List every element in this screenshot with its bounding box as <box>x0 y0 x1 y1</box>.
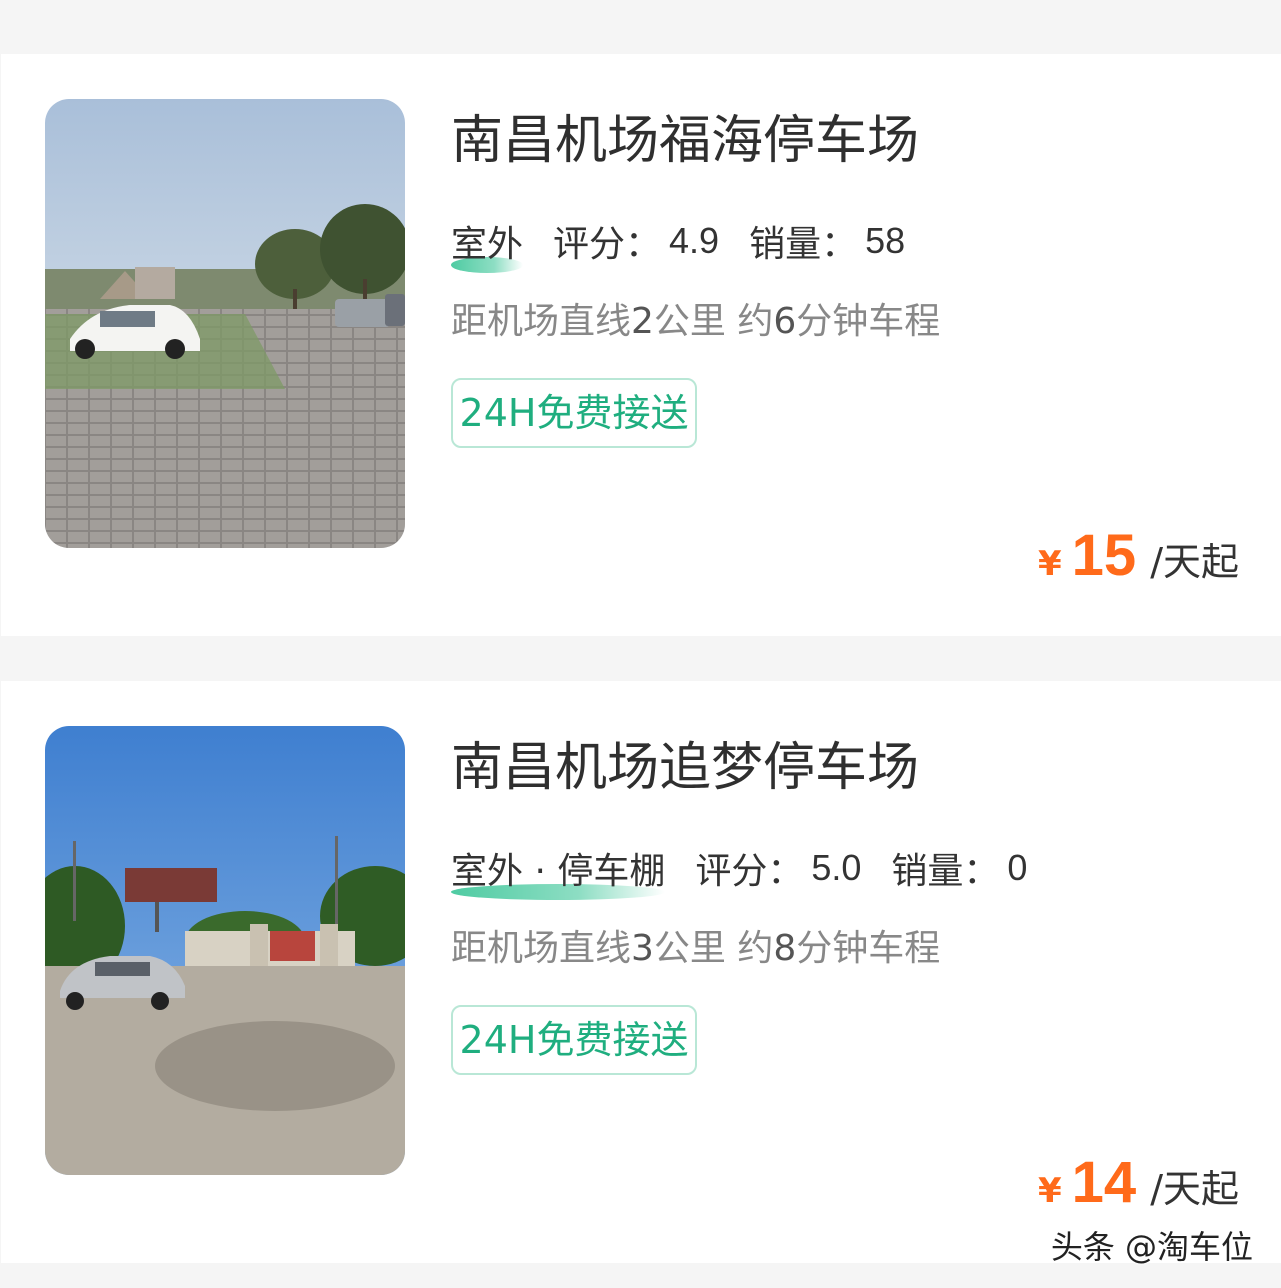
listing-meta-row: 室外 · 停车棚 评分： 5.0 销量： 0 <box>451 842 1057 900</box>
distance-info: 距机场直线3公里 约8分钟车程 <box>451 919 940 971</box>
rating-label: 评分： <box>553 224 662 265</box>
distance-prefix: 距机场直线 <box>451 301 632 342</box>
currency-symbol: ¥ <box>1038 544 1062 584</box>
distance-km: 3 <box>631 928 654 969</box>
price-display: ¥ 14 /天起 <box>1038 1149 1239 1216</box>
distance-info: 距机场直线2公里 约6分钟车程 <box>451 292 940 344</box>
price-unit: /天起 <box>1150 1167 1239 1211</box>
price-unit: /天起 <box>1150 540 1239 584</box>
parking-type-text: 室外 · 停车棚 <box>451 851 666 892</box>
price-value: 15 <box>1071 523 1137 588</box>
free-shuttle-badge: 24H免费接送 <box>451 378 697 448</box>
drive-minutes: 8 <box>773 928 797 969</box>
distance-prefix: 距机场直线 <box>451 928 632 969</box>
parking-type-tag: 室外 <box>451 215 524 273</box>
distance-mid: 公里 约 <box>653 928 774 969</box>
parking-listing-card[interactable]: 南昌机场福海停车场 室外 评分： 4.9 销量： 58 距机场直线2公里 约6分… <box>1 54 1281 636</box>
listing-meta-row: 室外 评分： 4.9 销量： 58 <box>451 215 935 273</box>
parking-lot-photo[interactable] <box>45 99 405 548</box>
distance-suffix: 分钟车程 <box>796 301 941 342</box>
rating-label: 评分： <box>695 851 804 892</box>
price-display: ¥ 15 /天起 <box>1038 522 1239 589</box>
watermark: 头条 @淘车位 <box>1050 1228 1253 1266</box>
sales-value: 0 <box>1007 847 1028 888</box>
sales-value: 58 <box>865 220 906 261</box>
parking-lot-name[interactable]: 南昌机场福海停车场 <box>451 110 919 172</box>
currency-symbol: ¥ <box>1038 1171 1062 1211</box>
parking-type-tag: 室外 · 停车棚 <box>451 842 666 900</box>
rating-value: 5.0 <box>811 847 862 888</box>
drive-minutes: 6 <box>773 301 797 342</box>
parking-lot-photo-image <box>45 99 405 548</box>
sales-label: 销量： <box>891 851 1000 892</box>
rating-value: 4.9 <box>669 220 720 261</box>
parking-type-text: 室外 <box>451 224 524 265</box>
parking-lot-photo[interactable] <box>45 726 405 1175</box>
parking-lot-name[interactable]: 南昌机场追梦停车场 <box>451 737 919 799</box>
distance-mid: 公里 约 <box>653 301 774 342</box>
sales-label: 销量： <box>749 224 858 265</box>
price-value: 14 <box>1071 1150 1137 1215</box>
parking-lot-photo-image <box>45 726 405 1175</box>
free-shuttle-badge: 24H免费接送 <box>451 1005 697 1075</box>
parking-listing-card[interactable]: 南昌机场追梦停车场 室外 · 停车棚 评分： 5.0 销量： 0 距机场直线3公… <box>1 681 1281 1263</box>
distance-km: 2 <box>631 301 654 342</box>
distance-suffix: 分钟车程 <box>796 928 941 969</box>
